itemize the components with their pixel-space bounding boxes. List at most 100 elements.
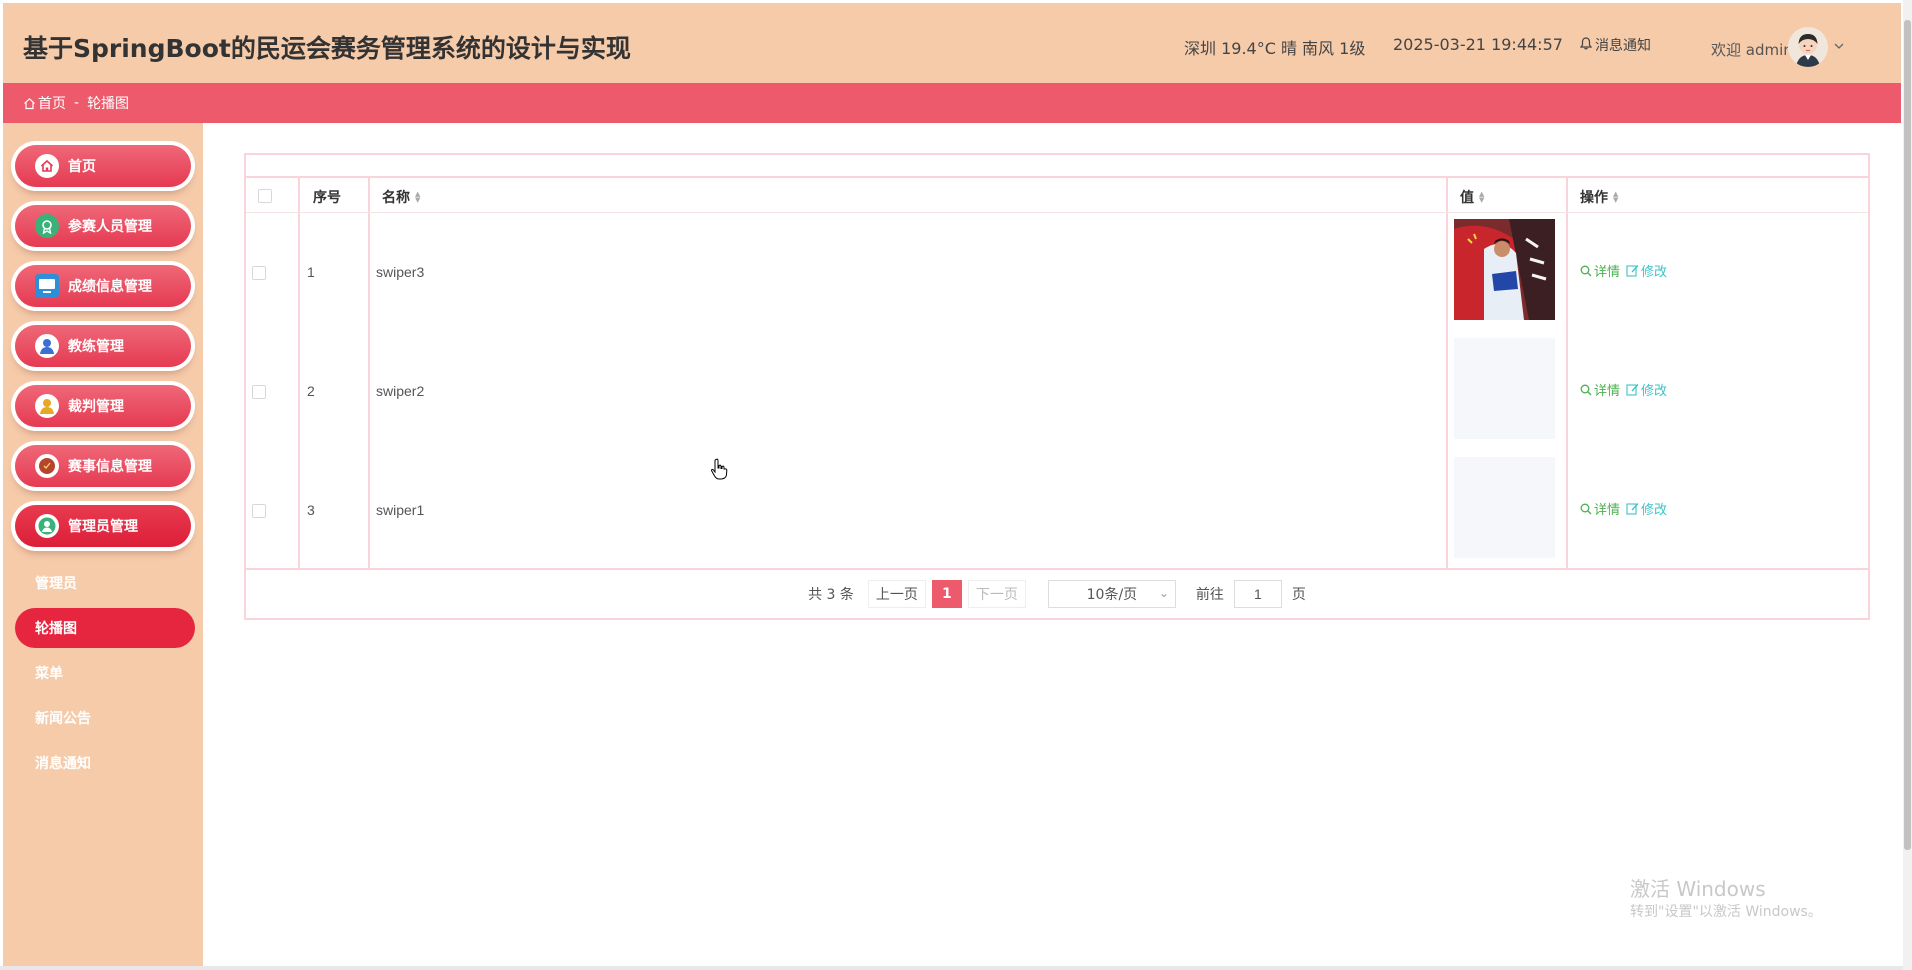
row-checkbox[interactable] xyxy=(252,266,266,280)
edit-label: 修改 xyxy=(1641,265,1668,280)
row-image-placeholder[interactable] xyxy=(1454,338,1555,439)
chevron-down-icon[interactable] xyxy=(1834,37,1844,53)
windows-activation-hint: 转到"设置"以激活 Windows。 xyxy=(1630,904,1822,920)
submenu-item-news[interactable]: 新闻公告 xyxy=(15,698,195,738)
detail-button[interactable]: 详情 xyxy=(1580,499,1620,518)
sidebar: 首页 参赛人员管理 成绩信息管理 教练管理 裁判管理 赛事信息管理 管理员管理 … xyxy=(3,123,203,967)
bell-icon xyxy=(1579,36,1593,54)
ball-icon xyxy=(35,454,59,478)
column-header-value[interactable]: 值 ▲ ▼ xyxy=(1460,187,1484,207)
submenu-item-menu[interactable]: 菜单 xyxy=(15,653,195,693)
row-actions: 详情 修改 xyxy=(1580,261,1667,280)
select-all-checkbox[interactable] xyxy=(258,189,272,203)
row-name: swiper2 xyxy=(376,383,425,399)
sort-icon[interactable]: ▲ ▼ xyxy=(1613,191,1618,204)
table-row: 1 swiper3 详情 修改 xyxy=(246,213,1868,332)
pagination: 共 3 条 上一页 1 下一页 10条/页 ⌄ 前往 页 xyxy=(246,570,1868,618)
vertical-scrollbar[interactable] xyxy=(1903,0,1912,970)
user-icon xyxy=(35,394,59,418)
sidebar-item-label: 教练管理 xyxy=(68,339,124,355)
breadcrumb-home[interactable]: 首页 xyxy=(38,93,66,113)
home-icon xyxy=(23,97,36,110)
datetime: 2025-03-21 19:44:57 xyxy=(1393,35,1563,54)
column-header-label: 名称 xyxy=(382,190,410,206)
notification-label: 消息通知 xyxy=(1595,38,1651,54)
row-index: 1 xyxy=(307,264,315,280)
sidebar-item-events[interactable]: 赛事信息管理 xyxy=(15,445,191,487)
welcome-text: 欢迎 admin xyxy=(1711,41,1793,59)
scrollbar-thumb[interactable] xyxy=(1904,20,1911,850)
search-icon xyxy=(1580,384,1592,395)
sort-icon[interactable]: ▲ ▼ xyxy=(415,191,420,204)
column-header-label: 值 xyxy=(1460,190,1474,206)
sidebar-item-referees[interactable]: 裁判管理 xyxy=(15,385,191,427)
sort-icon[interactable]: ▲ ▼ xyxy=(1479,191,1484,204)
sidebar-item-label: 裁判管理 xyxy=(68,399,124,415)
edit-icon xyxy=(1626,384,1639,396)
carousel-table-panel: 序号 名称 ▲ ▼ 值 ▲ ▼ 操作 ▲ ▼ 1 swiper3 详情 修改 2… xyxy=(244,153,1870,620)
edit-button[interactable]: 修改 xyxy=(1626,380,1667,399)
sidebar-item-athletes[interactable]: 参赛人员管理 xyxy=(15,205,191,247)
row-index: 3 xyxy=(307,502,315,518)
row-image-thumbnail[interactable] xyxy=(1454,219,1555,320)
breadcrumb-separator: - xyxy=(74,95,80,111)
pagination-total: 共 3 条 xyxy=(808,587,854,603)
edit-button[interactable]: 修改 xyxy=(1626,499,1667,518)
submenu-item-messages[interactable]: 消息通知 xyxy=(15,743,195,783)
submenu-item-carousel[interactable]: 轮播图 xyxy=(15,608,195,648)
submenu-item-admins[interactable]: 管理员 xyxy=(15,563,195,603)
user-icon xyxy=(35,334,59,358)
edit-label: 修改 xyxy=(1641,384,1668,399)
breadcrumb-current: 轮播图 xyxy=(87,96,130,112)
page-size-select[interactable]: 10条/页 ⌄ xyxy=(1047,580,1176,608)
row-name: swiper1 xyxy=(376,502,425,518)
avatar[interactable] xyxy=(1788,27,1828,67)
detail-label: 详情 xyxy=(1594,265,1621,280)
data-table: 序号 名称 ▲ ▼ 值 ▲ ▼ 操作 ▲ ▼ 1 swiper3 详情 修改 2… xyxy=(246,176,1868,570)
row-actions: 详情 修改 xyxy=(1580,499,1667,518)
column-header-name[interactable]: 名称 ▲ ▼ xyxy=(382,187,420,207)
sidebar-item-scores[interactable]: 成绩信息管理 xyxy=(15,265,191,307)
edit-icon xyxy=(1626,503,1639,515)
column-header-index: 序号 xyxy=(313,187,341,207)
detail-button[interactable]: 详情 xyxy=(1580,380,1620,399)
sidebar-item-label: 首页 xyxy=(68,159,96,175)
search-icon xyxy=(1580,503,1592,514)
row-image-placeholder[interactable] xyxy=(1454,457,1555,558)
row-name: swiper3 xyxy=(376,264,425,280)
edit-icon xyxy=(1626,265,1639,277)
breadcrumb: 首页 - 轮播图 xyxy=(3,83,1901,123)
column-header-label: 序号 xyxy=(313,190,341,206)
search-icon xyxy=(1580,265,1592,276)
row-checkbox[interactable] xyxy=(252,385,266,399)
goto-page-input[interactable] xyxy=(1233,580,1282,608)
row-checkbox[interactable] xyxy=(252,504,266,518)
edit-label: 修改 xyxy=(1641,503,1668,518)
row-actions: 详情 修改 xyxy=(1580,380,1667,399)
chevron-down-icon: ⌄ xyxy=(1158,586,1169,600)
page-unit-label: 页 xyxy=(1291,587,1306,603)
top-header: 基于SpringBoot的民运会赛务管理系统的设计与实现 深圳 19.4°C 晴… xyxy=(3,3,1901,83)
next-page-button[interactable]: 下一页 xyxy=(967,580,1026,608)
detail-button[interactable]: 详情 xyxy=(1580,261,1620,280)
table-row: 3 swiper1 详情 修改 xyxy=(246,451,1868,570)
sidebar-item-home[interactable]: 首页 xyxy=(15,145,191,187)
table-header: 序号 名称 ▲ ▼ 值 ▲ ▼ 操作 ▲ ▼ xyxy=(246,178,1868,213)
table-row: 2 swiper2 详情 修改 xyxy=(246,332,1868,451)
window-bottom-edge xyxy=(0,966,1903,970)
monitor-icon xyxy=(35,274,59,298)
weather-info: 深圳 19.4°C 晴 南风 1级 xyxy=(1184,39,1366,58)
prev-page-button[interactable]: 上一页 xyxy=(867,580,926,608)
notification-link[interactable]: 消息通知 xyxy=(1579,35,1651,55)
column-header-actions[interactable]: 操作 ▲ ▼ xyxy=(1580,187,1618,207)
sidebar-item-label: 参赛人员管理 xyxy=(68,219,152,235)
user-icon xyxy=(35,514,59,538)
page-size-value: 10条/页 xyxy=(1086,587,1138,603)
page-number-current[interactable]: 1 xyxy=(931,580,962,608)
sidebar-item-coaches[interactable]: 教练管理 xyxy=(15,325,191,367)
sidebar-item-admin[interactable]: 管理员管理 xyxy=(15,505,191,547)
edit-button[interactable]: 修改 xyxy=(1626,261,1667,280)
sidebar-item-label: 赛事信息管理 xyxy=(68,459,152,475)
windows-activation-title: 激活 Windows xyxy=(1630,877,1766,901)
sidebar-item-label: 成绩信息管理 xyxy=(68,279,152,295)
